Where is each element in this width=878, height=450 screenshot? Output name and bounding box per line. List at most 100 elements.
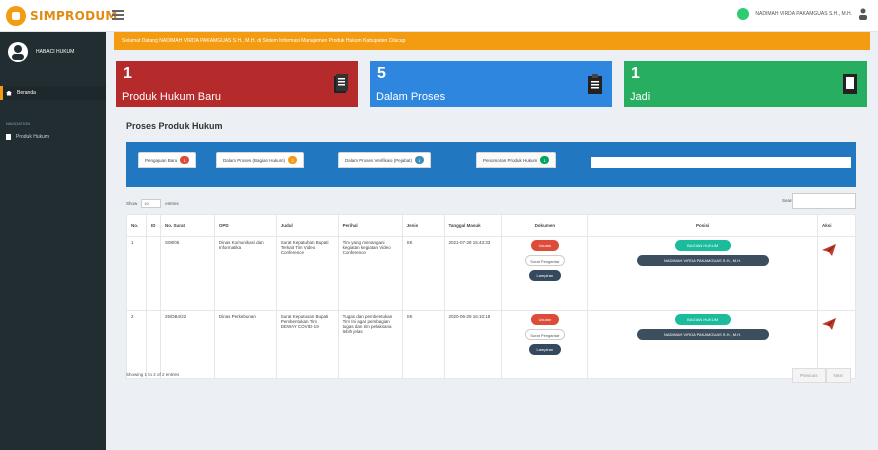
- cell-dokumen: Usulan Surat Pengantar Lampiran: [501, 310, 589, 379]
- sidebar-item-label: Produk Hukum: [16, 134, 50, 140]
- column-header[interactable]: Tanggal Masuk: [443, 214, 503, 237]
- column-header[interactable]: Perihal: [337, 214, 403, 237]
- tab-penomoran-produk-hukum[interactable]: Penomoran Produk Hukum 1: [476, 152, 557, 168]
- user-name: NADIMAH VIRDA PAKAMGUAS S.H., M.H.: [755, 11, 852, 17]
- stat-box-dalam-proses[interactable]: 5 Dalam Proses: [370, 61, 612, 107]
- book-icon: [843, 74, 857, 94]
- cell-judul: Surat Keputusan Bupati Pembentukan Tim D…: [275, 310, 339, 379]
- tab-label: Penomoran Produk Hukum: [483, 157, 538, 163]
- cell-jenis: SK: [401, 310, 445, 379]
- column-header[interactable]: Judul: [275, 214, 339, 237]
- app-logo[interactable]: SIMPRODUM: [6, 6, 118, 26]
- column-header[interactable]: OPD: [213, 214, 277, 237]
- logo-icon: [6, 6, 26, 26]
- lampiran-button[interactable]: Lampiran: [528, 270, 561, 281]
- count-badge: 3: [288, 156, 298, 164]
- cell-no-surat: S08/06: [159, 236, 215, 311]
- cell-jenis: SK: [401, 236, 445, 311]
- search-input[interactable]: [792, 193, 856, 209]
- cell-posisi: BAGIAN HUKUM NADIMAH VIRDA PAKAMGUAS S.H…: [587, 236, 818, 311]
- entries-label: entries: [165, 201, 179, 206]
- sidebar: HABACI HUKUM Beranda NAVIGATION Produk H…: [0, 32, 106, 450]
- table-row: 1 S08/06 Dinas Komunikasi dan Informatik…: [126, 236, 857, 311]
- stat-label: Produk Hukum Baru: [122, 91, 222, 103]
- cell-id: [145, 310, 161, 379]
- sidebar-item-beranda[interactable]: Beranda: [0, 86, 106, 100]
- sidebar-item-label: Beranda: [17, 90, 36, 96]
- table-row: 2 25/DB4/22 Dinas Perkebunan Surat Keput…: [126, 310, 857, 379]
- stat-label: Jadi: [630, 91, 651, 103]
- cell-perihal: Tugas dan pembentukan Tim Ini agar pemba…: [337, 310, 403, 379]
- cell-posisi: BAGIAN HUKUM NADIMAH VIRDA PAKAMGUAS S.H…: [587, 310, 818, 379]
- notification-icon[interactable]: [737, 8, 750, 20]
- posisi-badge: NADIMAH VIRDA PAKAMGUAS S.H., M.H.: [636, 255, 769, 266]
- sidebar-item-produk-hukum[interactable]: Produk Hukum: [0, 130, 106, 144]
- usulan-button[interactable]: Usulan: [530, 240, 559, 251]
- column-header[interactable]: Aksi: [816, 214, 857, 237]
- previous-button[interactable]: Previous: [792, 368, 826, 383]
- stat-count: 1: [631, 65, 640, 82]
- column-header[interactable]: Dokumen: [501, 214, 589, 237]
- stat-count: 1: [123, 65, 132, 82]
- sidebar-user-label: HABACI HUKUM: [36, 49, 75, 55]
- cell-aksi: [816, 236, 857, 311]
- menu-toggle-icon[interactable]: [112, 10, 124, 20]
- cell-id: [145, 236, 161, 311]
- posisi-badge: BAGIAN HUKUM: [674, 314, 731, 325]
- column-header[interactable]: Posisi: [587, 214, 818, 237]
- entries-control: Show 10 entries: [126, 199, 179, 208]
- cell-opd: Dinas Perkebunan: [213, 310, 277, 379]
- tab-bar: Pengajuan Baru 1 Dalam Proses (Bagian Hu…: [126, 142, 856, 187]
- tab-dalam-proses-verifikasi[interactable]: Dalam Proses Verifikasi (Pejabat) 1: [338, 152, 432, 168]
- entries-select[interactable]: 10: [141, 199, 162, 208]
- clipboard-icon: [588, 74, 602, 94]
- tab-label: Pengajuan Baru: [145, 157, 178, 163]
- table-info: Showing 1 to 2 of 2 entries: [126, 372, 180, 377]
- cell-no-surat: 25/DB4/22: [159, 310, 215, 379]
- avatar: [8, 42, 28, 62]
- count-badge: 1: [415, 156, 425, 164]
- cell-no: 1: [126, 236, 147, 311]
- column-header[interactable]: Jenis: [401, 214, 445, 237]
- lampiran-button[interactable]: Lampiran: [528, 344, 561, 355]
- tab-pengajuan-baru[interactable]: Pengajuan Baru 1: [138, 152, 197, 168]
- column-header[interactable]: ID: [145, 214, 161, 237]
- top-navbar: SIMPRODUM NADIMAH VIRDA PAKAMGUAS S.H., …: [0, 0, 878, 32]
- stat-label: Dalam Proses: [376, 91, 446, 103]
- welcome-alert: Selamat Datang NADIMAH VIRDA PAKAMGUAS S…: [114, 32, 870, 50]
- next-button[interactable]: Next: [825, 368, 851, 383]
- stat-box-produk-baru[interactable]: 1 Produk Hukum Baru: [116, 61, 358, 107]
- column-header[interactable]: No.: [126, 214, 147, 237]
- sidebar-user: HABACI HUKUM: [8, 42, 74, 62]
- column-header[interactable]: No. Surat: [159, 214, 215, 237]
- cell-tanggal: 2020-06-29 16:10:18: [443, 310, 503, 379]
- cell-judul: Surat Kepatuhan Bupati Terkait Tim Video…: [275, 236, 339, 311]
- tab-dalam-proses-bagian-hukum[interactable]: Dalam Proses (Bagian Hukum) 3: [216, 152, 305, 168]
- count-badge: 1: [180, 156, 190, 164]
- posisi-badge: NADIMAH VIRDA PAKAMGUAS S.H., M.H.: [636, 329, 769, 340]
- page-title: Proses Produk Hukum: [126, 121, 223, 131]
- send-icon[interactable]: [821, 318, 836, 330]
- stat-box-jadi[interactable]: 1 Jadi: [624, 61, 867, 107]
- document-icon: [6, 134, 11, 140]
- cell-opd: Dinas Komunikasi dan Informatika: [213, 236, 277, 311]
- logo-text: SIMPRODUM: [30, 9, 118, 23]
- tab-label: Dalam Proses (Bagian Hukum): [223, 157, 286, 163]
- user-icon: [858, 8, 868, 20]
- home-icon: [6, 90, 12, 96]
- tab-label: Dalam Proses Verifikasi (Pejabat): [345, 157, 413, 163]
- surat-pengantar-button[interactable]: Surat Pengantar: [524, 329, 565, 340]
- produk-hukum-table: No. ID No. Surat OPD Judul Perihal Jenis…: [126, 214, 857, 379]
- send-icon[interactable]: [821, 244, 836, 256]
- usulan-button[interactable]: Usulan: [530, 314, 559, 325]
- cell-no: 2: [126, 310, 147, 379]
- sidebar-section-header: NAVIGATION: [6, 121, 31, 126]
- surat-pengantar-button[interactable]: Surat Pengantar: [524, 255, 565, 266]
- show-label: Show: [126, 201, 138, 206]
- count-badge: 1: [540, 156, 550, 164]
- posisi-badge: BAGIAN HUKUM: [674, 240, 731, 251]
- user-menu[interactable]: NADIMAH VIRDA PAKAMGUAS S.H., M.H.: [737, 8, 868, 20]
- tab-content-strip: [591, 157, 851, 168]
- pagination: Previous Next: [792, 368, 851, 383]
- table-header-row: No. ID No. Surat OPD Judul Perihal Jenis…: [126, 214, 857, 237]
